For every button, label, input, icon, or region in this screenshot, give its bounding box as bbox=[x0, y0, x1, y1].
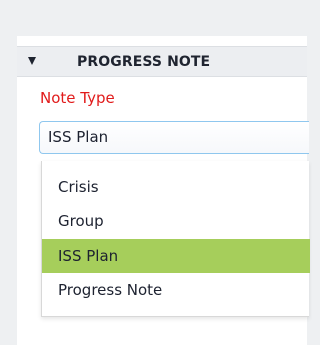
note-form-page: PROGRESS NOTE Note Type ISS Plan Crisis … bbox=[0, 0, 310, 345]
note-type-dropdown-list[interactable]: Crisis Group ISS Plan Progress Note bbox=[41, 161, 310, 317]
dropdown-option-progress-note[interactable]: Progress Note bbox=[42, 273, 310, 307]
progress-note-section-header[interactable]: PROGRESS NOTE bbox=[17, 46, 307, 77]
note-type-selected-value: ISS Plan bbox=[48, 128, 109, 146]
dropdown-option-crisis[interactable]: Crisis bbox=[42, 170, 310, 204]
section-title: PROGRESS NOTE bbox=[77, 54, 211, 70]
note-type-label: Note Type bbox=[40, 89, 115, 107]
note-type-select[interactable]: ISS Plan bbox=[39, 121, 309, 154]
dropdown-option-iss-plan[interactable]: ISS Plan bbox=[42, 239, 310, 273]
dropdown-option-group[interactable]: Group bbox=[42, 204, 310, 238]
collapse-triangle-icon[interactable] bbox=[27, 55, 37, 67]
